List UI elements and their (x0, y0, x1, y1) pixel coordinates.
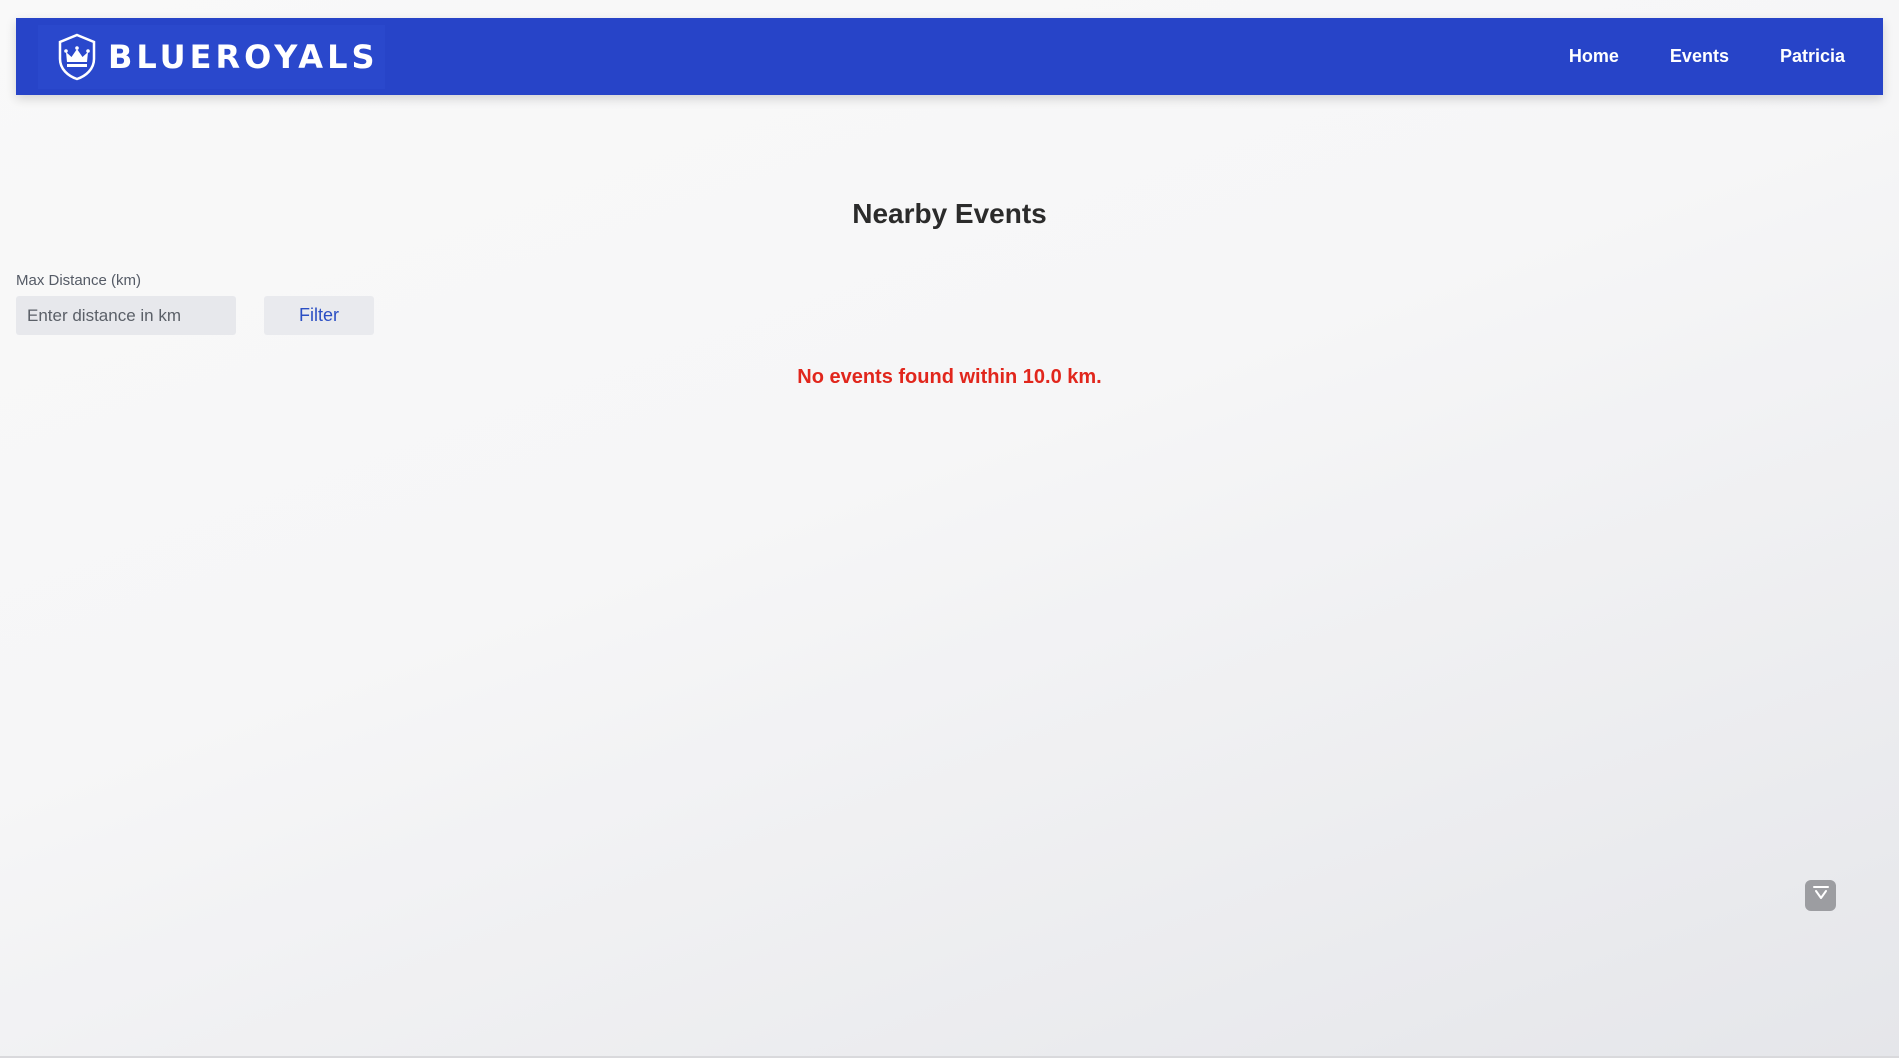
floating-widget-button[interactable] (1805, 880, 1836, 911)
filter-button[interactable]: Filter (264, 296, 374, 335)
page-title: Nearby Events (852, 198, 1047, 229)
nav-link-user-profile[interactable]: Patricia (1780, 46, 1845, 67)
nav-link-events[interactable]: Events (1670, 46, 1729, 67)
nav-link-home[interactable]: Home (1569, 46, 1619, 67)
distance-input[interactable] (16, 296, 236, 335)
top-navbar: BLUEROYALS Home Events Patricia (16, 18, 1883, 95)
chevron-down-tray-icon (1811, 883, 1831, 908)
brand[interactable]: BLUEROYALS (38, 24, 385, 89)
no-events-message: No events found within 10.0 km. (797, 366, 1102, 388)
max-distance-label: Max Distance (km) (16, 272, 142, 289)
nav-links: Home Events Patricia (1518, 46, 1845, 67)
brand-name: BLUEROYALS (108, 37, 379, 76)
crown-shield-icon (54, 30, 100, 84)
